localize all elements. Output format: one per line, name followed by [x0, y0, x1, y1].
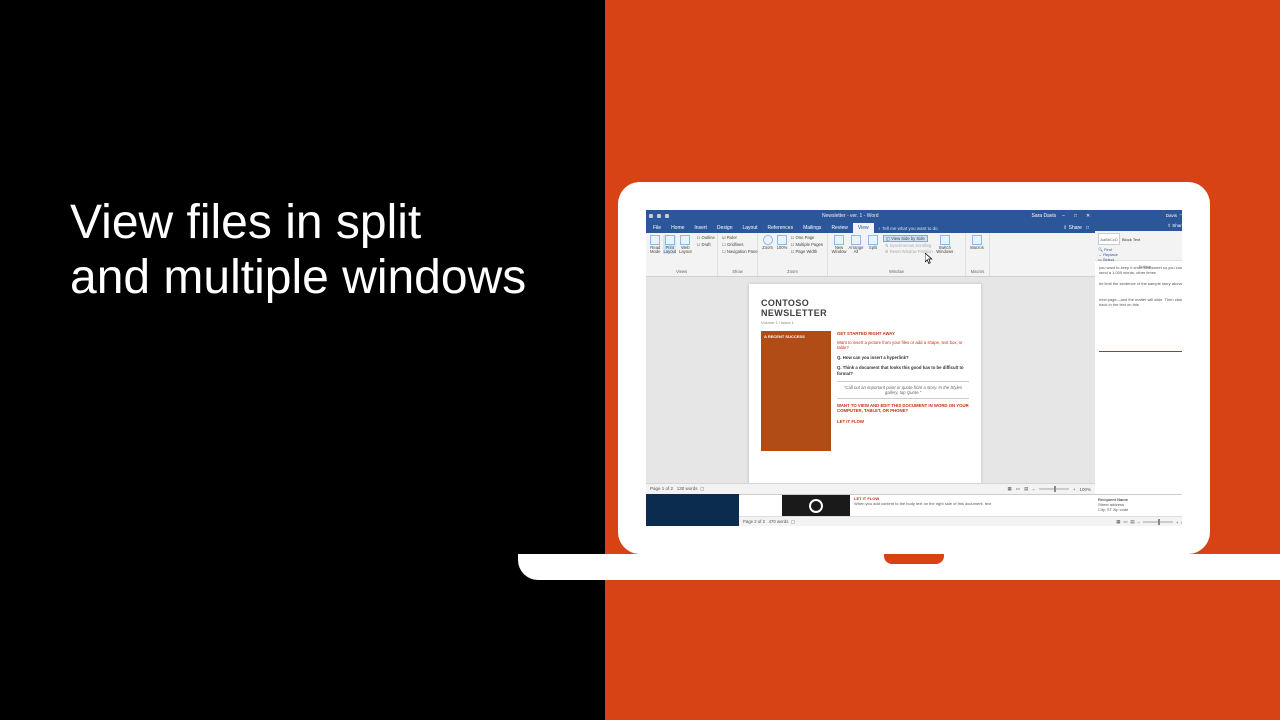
style-name: Block Text	[1122, 233, 1140, 245]
view-mode-icon[interactable]: ▤	[1024, 486, 1028, 492]
minimize-button[interactable]: –	[1062, 213, 1068, 219]
section-heading: WANT TO VIEW AND EDIT THIS DOCUMENT IN W…	[837, 403, 969, 413]
body-text: Q. Think a document that looks this good…	[837, 365, 969, 375]
laptop-illustration: Newsletter - ver. 1 - Word Sara Davis – …	[618, 182, 1210, 572]
ribbon-group-window: New Window Arrange All Split ◫ View Side…	[828, 233, 966, 276]
body-text: Want to insert a picture from your files…	[837, 340, 969, 350]
page-indicator[interactable]: Page 1 of 2	[650, 486, 673, 491]
zoom-slider[interactable]	[1039, 488, 1069, 490]
reset-position-button[interactable]: ⊞ Reset Window Position	[883, 249, 935, 254]
view-mode-icon[interactable]: ▦	[1008, 486, 1012, 492]
split-button[interactable]: Split	[866, 235, 880, 250]
new-window-button[interactable]: New Window	[832, 235, 846, 254]
tab-layout[interactable]: Layout	[738, 223, 763, 233]
navpane-checkbox[interactable]: Navigation Pane	[722, 249, 758, 254]
headline: View files in split and multiple windows	[0, 195, 526, 395]
ribbon-group-macros: Macros Macros	[966, 233, 990, 276]
tab-insert[interactable]: Insert	[689, 223, 712, 233]
arrange-all-button[interactable]: Arrange All	[849, 235, 863, 254]
title-bar: Newsletter - ver. 1 - Word Sara Davis – …	[646, 210, 1095, 221]
switch-windows-button[interactable]: Switch Windows	[938, 235, 952, 254]
word-window-secondary: Davis – □ ✕ ⇪ Share□ AaBbCcD Block Text …	[1095, 210, 1182, 526]
save-icon[interactable]	[649, 214, 653, 218]
image-placeholder	[782, 495, 850, 516]
ribbon-group-zoom: Zoom 100% One Page Multiple Pages Page W…	[758, 233, 828, 276]
ribbon-group-views: Read Mode Print Layout Web Layout Outlin…	[646, 233, 718, 276]
body-text: you want to keep it short and sweet so y…	[1099, 265, 1182, 275]
share-button[interactable]: ⇪ Share	[1167, 223, 1182, 229]
share-button[interactable]: ⇪ Share	[1063, 225, 1082, 231]
document-page: CONTOSO NEWSLETTER Volume 1 / Issue 1 A …	[749, 284, 981, 483]
body-text: Q. How can you insert a hyperlink?	[837, 355, 969, 360]
zoom-100-button[interactable]: 100%	[776, 235, 787, 250]
word-window-main: Newsletter - ver. 1 - Word Sara Davis – …	[646, 210, 1095, 494]
read-mode-button[interactable]: Read Mode	[650, 235, 660, 254]
maximize-button[interactable]: □	[1074, 213, 1080, 219]
body-text: be limit the sentence of the sample stor…	[1099, 281, 1182, 286]
page-width-button[interactable]: Page Width	[791, 249, 818, 254]
doc-title-2: NEWSLETTER	[761, 308, 969, 318]
pull-quote: “Call out an important point or quote fr…	[837, 381, 969, 399]
page-indicator[interactable]: Page 2 of 2	[743, 519, 765, 524]
tab-design[interactable]: Design	[712, 223, 738, 233]
tell-me-search[interactable]: ♀ Tell me what you want to do	[874, 224, 942, 233]
document-canvas[interactable]: CONTOSO NEWSLETTER Volume 1 / Issue 1 A …	[646, 277, 1095, 483]
zoom-button[interactable]: Zoom	[762, 235, 773, 250]
tab-mailings[interactable]: Mailings	[798, 223, 826, 233]
one-page-button[interactable]: One Page	[791, 235, 815, 240]
draft-button[interactable]: Draft	[697, 242, 711, 247]
doc-title-1: CONTOSO	[761, 298, 969, 308]
style-preview[interactable]: AaBbCcD	[1098, 233, 1120, 245]
view-mode-icon[interactable]: ▦	[1116, 519, 1120, 525]
undo-icon[interactable]	[657, 214, 661, 218]
word-count[interactable]: 470 words	[769, 519, 789, 524]
tab-home[interactable]: Home	[666, 223, 689, 233]
view-side-by-side-button[interactable]: ◫ View Side by Side	[883, 235, 928, 242]
user-name: Davis	[1166, 213, 1177, 218]
tab-review[interactable]: Review	[826, 223, 852, 233]
word-count[interactable]: 130 words	[677, 486, 698, 491]
doc-subtitle: Volume 1 / Issue 1	[761, 320, 969, 325]
view-mode-icon[interactable]: ▭	[1123, 519, 1127, 525]
macros-button[interactable]: Macros	[970, 235, 984, 250]
document-title: Newsletter - ver. 1 - Word	[822, 213, 879, 219]
ribbon-group-show: Ruler Gridlines Navigation Pane Show	[718, 233, 758, 276]
comments-icon[interactable]: □	[1086, 225, 1089, 231]
recipient-city: City, ST Zip code	[1098, 507, 1128, 512]
select-button[interactable]: ▭ Select	[1098, 257, 1118, 262]
zoom-slider[interactable]	[1143, 521, 1173, 523]
section-heading: LET IT FLOW	[837, 419, 969, 424]
multi-page-button[interactable]: Multiple Pages	[791, 242, 823, 247]
view-mode-icon[interactable]: ▭	[1016, 486, 1020, 492]
sidebar-box: A RECENT SUCCESS	[761, 331, 831, 451]
sync-scroll-button[interactable]: ⇅ Synchronous Scrolling	[883, 243, 933, 248]
ribbon: Read Mode Print Layout Web Layout Outlin…	[646, 233, 1095, 277]
tab-file[interactable]: File	[648, 223, 666, 233]
close-button[interactable]: ✕	[1086, 213, 1092, 219]
gridlines-checkbox[interactable]: Gridlines	[722, 242, 743, 247]
tab-references[interactable]: References	[763, 223, 799, 233]
print-layout-button[interactable]: Print Layout	[663, 235, 676, 254]
web-layout-button[interactable]: Web Layout	[679, 235, 692, 254]
view-mode-icon[interactable]: ▤	[1130, 519, 1134, 525]
zoom-level[interactable]: 100%	[1079, 487, 1091, 492]
ruler-checkbox[interactable]: Ruler	[722, 235, 737, 240]
body-text: next page—and the matter will slide. The…	[1099, 297, 1182, 307]
user-name: Sara Davis	[1032, 213, 1056, 219]
redo-icon[interactable]	[665, 214, 669, 218]
outline-button[interactable]: Outline	[697, 235, 715, 240]
body-text: When you add content to the body text on…	[854, 502, 1090, 507]
ribbon-tabs: File Home Insert Design Layout Reference…	[646, 221, 1095, 233]
section-heading: GET STARTED RIGHT AWAY	[837, 331, 969, 336]
word-window-bottom: LET IT FLOW When you add content to the …	[739, 494, 1182, 526]
zoom-level[interactable]: 60%	[1181, 520, 1182, 525]
tab-view[interactable]: View	[853, 223, 874, 233]
status-bar: Page 1 of 2 130 words ▢ ▦ ▭ ▤ –+ 100%	[646, 483, 1095, 494]
